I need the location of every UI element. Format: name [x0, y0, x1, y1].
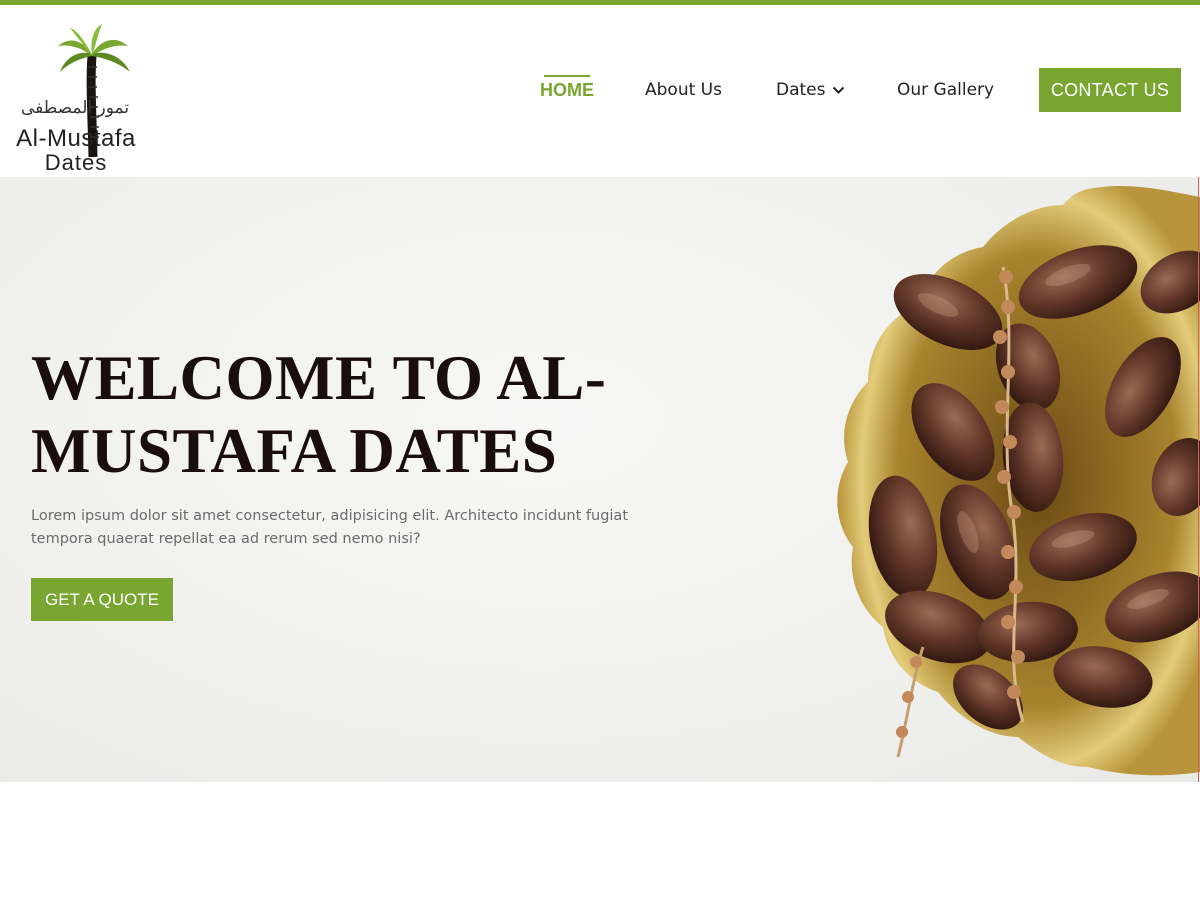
hero-description: Lorem ipsum dolor sit amet consectetur, …	[31, 508, 629, 547]
hero-section: WELCOME TO AL-MUSTAFA DATES Lorem ipsum …	[0, 177, 1200, 782]
contact-us-button[interactable]: CONTACT US	[1039, 68, 1181, 112]
hero-title: WELCOME TO AL-MUSTAFA DATES	[31, 343, 607, 486]
nav-item-about-us[interactable]: About Us	[645, 80, 722, 100]
brand-logo[interactable]: تمور المصطفى Al-Mustafa Dates	[0, 22, 152, 175]
logo-name-text: Al-Mustafa	[16, 125, 136, 152]
top-accent-bar	[0, 0, 1200, 5]
nav-item-dates[interactable]: Dates	[776, 80, 845, 100]
logo-sub-text: Dates	[44, 150, 108, 175]
nav-item-dates-label: Dates	[776, 80, 826, 100]
nav-item-our-gallery[interactable]: Our Gallery	[897, 80, 994, 100]
chevron-down-icon	[832, 80, 845, 100]
logo-arabic-text: تمور المصطفى	[20, 98, 130, 118]
get-a-quote-button[interactable]: GET A QUOTE	[31, 578, 173, 621]
nav-item-home[interactable]: HOME	[540, 75, 594, 101]
hero-right-edge	[1198, 177, 1199, 782]
dates-bowl-image	[837, 186, 1200, 776]
